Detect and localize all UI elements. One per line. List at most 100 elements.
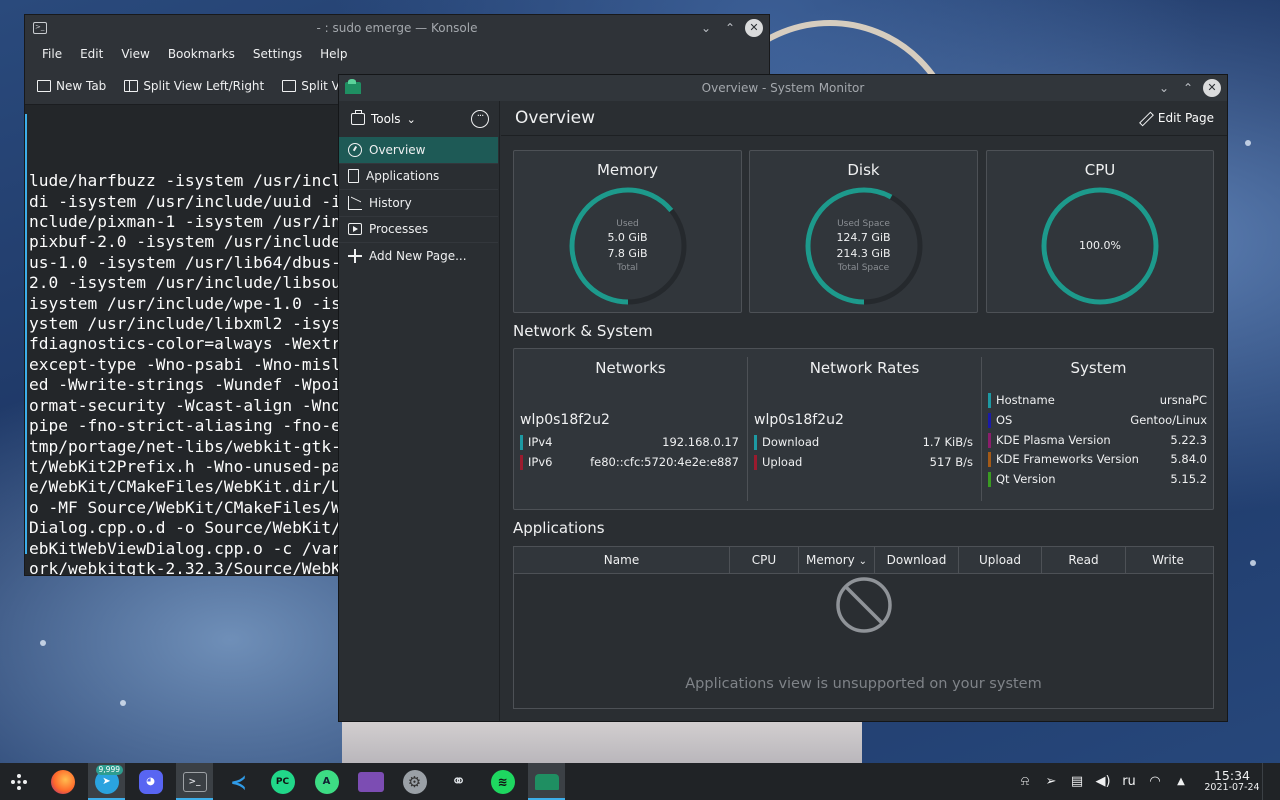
frameworks-version-value: 5.84.0 (1170, 452, 1207, 466)
sidebar-item-label: Processes (369, 222, 429, 237)
menu-file[interactable]: File (33, 47, 71, 61)
new-tab-button[interactable]: New Tab (37, 79, 106, 93)
document-icon (348, 169, 359, 184)
applications-unsupported-message: Applications view is unsupported on your… (685, 676, 1042, 692)
frameworks-version-row: KDE Frameworks Version 5.84.0 (988, 450, 1207, 468)
chevron-down-icon: ⌄ (406, 112, 416, 126)
show-desktop-button[interactable] (1262, 763, 1280, 800)
pencil-icon (1139, 112, 1152, 125)
gauge-icon (348, 142, 362, 157)
sidebar-item-label: Add New Page... (369, 249, 467, 264)
volume-icon[interactable]: ◀) (1090, 774, 1116, 789)
memory-title: Memory (596, 161, 658, 179)
column-header-write[interactable]: Write (1126, 547, 1210, 573)
minimize-button[interactable]: ⌄ (1155, 79, 1173, 97)
column-header-download[interactable]: Download (875, 547, 959, 573)
spotify-icon[interactable]: ≋ (484, 763, 521, 800)
expand-tray-icon[interactable]: ▲ (1168, 776, 1194, 787)
disk-total-label: Total Space (837, 263, 890, 273)
sidebar-item-history[interactable]: History (339, 190, 498, 217)
sidebar-item-add-new-page[interactable]: Add New Page... (339, 243, 498, 270)
memory-total-label: Total (616, 263, 639, 273)
upload-rate-row: Upload 517 B/s (754, 453, 973, 471)
menu-bookmarks[interactable]: Bookmarks (159, 47, 244, 61)
network-system-panel: Networks wlp0s18f2u2 IPv4 192.168.0.17 I… (513, 348, 1214, 510)
edit-page-button[interactable]: Edit Page (1139, 111, 1214, 125)
clock[interactable]: 15:34 2021-07-24 (1202, 769, 1262, 794)
hostname-row: Hostname ursnaPC (988, 391, 1207, 409)
discord-icon[interactable]: ◕ (132, 763, 169, 800)
sidebar-item-applications[interactable]: Applications (339, 164, 498, 190)
telegram-tray-icon[interactable]: ➢ (1038, 774, 1064, 789)
close-button[interactable]: ✕ (745, 19, 763, 37)
android-studio-icon[interactable]: A (308, 763, 345, 800)
wallpaper-sparkle (120, 700, 126, 706)
column-header-name[interactable]: Name (514, 547, 730, 573)
menu-view[interactable]: View (112, 47, 158, 61)
ipv4-row: IPv4 192.168.0.17 (520, 433, 739, 451)
qt-version-label: Qt Version (996, 472, 1056, 486)
column-header-read[interactable]: Read (1042, 547, 1126, 573)
download-rate-row: Download 1.7 KiB/s (754, 433, 973, 451)
disk-panel: Disk Used Space 124.7 GiB 214.3 GiB Tota… (749, 150, 978, 313)
konsole-titlebar[interactable]: >_ - : sudo emerge — Konsole ⌄ ⌃ ✕ (25, 15, 769, 41)
column-header-memory[interactable]: Memory ⌄ (799, 547, 875, 573)
ipv4-label: IPv4 (528, 435, 553, 449)
sort-chevron-icon: ⌄ (858, 556, 868, 567)
os-value: Gentoo/Linux (1130, 413, 1207, 427)
disk-used-value: 124.7 GiB (836, 231, 891, 244)
telegram-icon[interactable]: ➤ 9,999 (88, 763, 125, 800)
system-monitor-icon[interactable] (528, 763, 565, 800)
launcher-icon[interactable] (0, 763, 37, 800)
ipv6-value: fe80::cfc:5720:4e2e:e887 (590, 455, 739, 469)
sidebar-item-overview[interactable]: Overview (339, 137, 498, 164)
disk-used-label: Used Space (837, 219, 890, 229)
vscode-icon[interactable]: ≺ (220, 763, 257, 800)
column-header-upload[interactable]: Upload (959, 547, 1042, 573)
clipboard-icon[interactable]: ▤ (1064, 774, 1090, 789)
cpu-title: CPU (1084, 161, 1116, 179)
keyboard-layout[interactable]: ru (1116, 774, 1142, 789)
taskbar: ➤ 9,999 ◕ >_ ≺ PC A ⚙ ⚭ ≋ ⍾ ➢ ▤ ◀) ru ◠ … (0, 763, 1280, 800)
wifi-icon[interactable]: ◠ (1142, 774, 1168, 789)
steam-icon[interactable]: ⚭ (440, 763, 477, 800)
more-options-icon[interactable]: ··· (471, 110, 489, 128)
upload-value: 517 B/s (929, 455, 973, 469)
frameworks-version-label: KDE Frameworks Version (996, 452, 1139, 466)
minimize-button[interactable]: ⌄ (697, 19, 715, 37)
pycharm-icon[interactable]: PC (264, 763, 301, 800)
notifications-bell-icon[interactable]: ⍾ (1012, 774, 1038, 789)
sysmon-main: Overview Edit Page Memory Used 5.0 GiB 7… (501, 101, 1227, 721)
menu-edit[interactable]: Edit (71, 47, 112, 61)
settings-icon[interactable]: ⚙ (396, 763, 433, 800)
split-view-top-icon (282, 79, 297, 92)
clock-date: 2021-07-24 (1204, 782, 1260, 793)
ipv6-row: IPv6 fe80::cfc:5720:4e2e:e887 (520, 453, 739, 471)
maximize-button[interactable]: ⌃ (721, 19, 739, 37)
firefox-icon[interactable] (44, 763, 81, 800)
memory-used-label: Used (616, 219, 639, 229)
konsole-icon[interactable]: >_ (176, 763, 213, 800)
tools-menu-button[interactable]: Tools ⌄ (351, 110, 416, 126)
sysmon-titlebar[interactable]: Overview - System Monitor ⌄ ⌃ ✕ (339, 75, 1227, 101)
close-button[interactable]: ✕ (1203, 79, 1221, 97)
sidebar-item-processes[interactable]: Processes (339, 217, 498, 243)
menu-settings[interactable]: Settings (244, 47, 311, 61)
ipv4-value: 192.168.0.17 (662, 435, 739, 449)
wallpaper-sparkle (40, 640, 46, 646)
disk-title: Disk (847, 161, 880, 179)
maximize-button[interactable]: ⌃ (1179, 79, 1197, 97)
download-value: 1.7 KiB/s (922, 435, 973, 449)
konsole-title: - : sudo emerge — Konsole (316, 21, 478, 35)
ipv6-label: IPv6 (528, 455, 553, 469)
column-header-cpu[interactable]: CPU (730, 547, 799, 573)
sysmon-title: Overview - System Monitor (701, 81, 865, 95)
memory-panel: Memory Used 5.0 GiB 7.8 GiB Total (513, 150, 742, 313)
dolphin-icon[interactable] (352, 763, 389, 800)
split-view-icon (124, 79, 139, 92)
split-left-right-button[interactable]: Split View Left/Right (124, 79, 264, 93)
menu-help[interactable]: Help (311, 47, 356, 61)
sidebar-item-label: History (369, 195, 412, 210)
networks-column: Networks wlp0s18f2u2 IPv4 192.168.0.17 I… (514, 349, 747, 509)
rates-interface: wlp0s18f2u2 (754, 412, 844, 428)
